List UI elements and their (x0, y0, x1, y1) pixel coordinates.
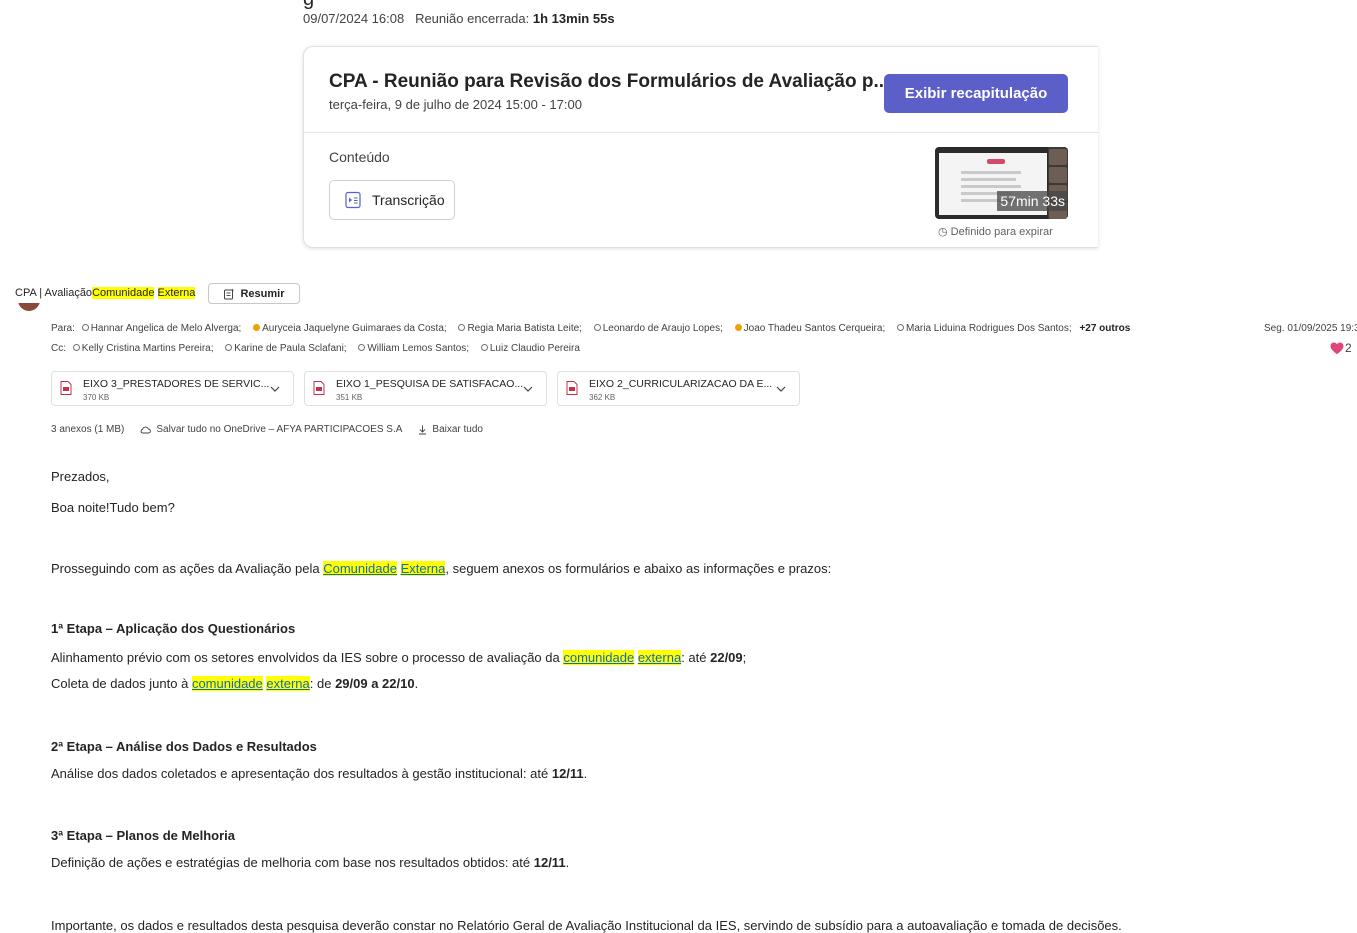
to-recipient[interactable]: Regia Maria Batista Leite; (454, 323, 587, 334)
external-user-icon (897, 324, 904, 331)
status-dot-icon (253, 324, 261, 331)
expire-notice: ◷ Definido para expirar (938, 225, 1053, 238)
meeting-ended-label: Reunião encerrada: (415, 11, 530, 26)
pdf-icon (60, 381, 72, 395)
cc-recipient[interactable]: Luiz Claudio Pereira (477, 343, 585, 354)
pdf-icon (313, 381, 325, 395)
important-note: Importante, os dados e resultados desta … (51, 918, 1122, 933)
download-icon (419, 425, 427, 434)
cc-recipient[interactable]: Kelly Cristina Martins Pereira; (69, 343, 219, 354)
recording-length: 57min 33s (997, 191, 1068, 211)
content-label: Conteúdo (329, 149, 390, 165)
highlight-link[interactable]: externa (266, 676, 310, 691)
stage1-title: 1ª Etapa – Aplicação dos Questionários (51, 621, 296, 636)
cc-label: Cc: (51, 343, 66, 354)
external-user-icon (81, 324, 89, 331)
to-line: Para: Hannar Angelica de Melo Alverga; A… (51, 323, 1130, 334)
cc-recipient[interactable]: Karine de Paula Sclafani; (221, 343, 351, 354)
meeting-card: CPA - Reunião para Revisão dos Formulári… (303, 46, 1098, 248)
recording-thumbnail[interactable]: 57min 33s (935, 147, 1068, 219)
meeting-meta: 09/07/2024 16:08 Reunião encerrada: 1h 1… (303, 11, 615, 26)
external-user-icon (593, 324, 601, 331)
reaction-count: 2 (1345, 341, 1352, 355)
status-dot-icon (734, 324, 742, 331)
external-user-icon (225, 344, 233, 351)
summarize-button[interactable]: Resumir (208, 283, 300, 304)
divider (304, 132, 1098, 133)
attachment-size: 351 KB (336, 393, 363, 402)
stage3-title: 3ª Etapa – Planos de Melhoria (51, 828, 235, 843)
attachment-card[interactable]: EIXO 3_PRESTADORES DE SERVIC... 370 KB (51, 371, 294, 406)
meeting-datetime: 09/07/2024 16:08 (303, 11, 405, 26)
meeting-duration: 1h 13min 55s (532, 11, 615, 26)
highlight-link[interactable]: externa (637, 650, 682, 665)
view-recap-button[interactable]: Exibir recapitulação (884, 74, 1068, 113)
highlight-link[interactable]: comunidade (191, 676, 263, 691)
to-recipient[interactable]: Leonardo de Araujo Lopes; (590, 323, 728, 334)
subject-prefix: CPA | Avaliação (15, 287, 93, 299)
save-all-onedrive-link[interactable]: Salvar tudo no OneDrive – AFYA PARTICIPA… (156, 424, 402, 435)
stage3-line: Definição de ações e estratégias de melh… (51, 855, 570, 870)
chevron-down-icon[interactable] (522, 383, 534, 395)
email-date: Seg. 01/09/2025 19:34 (1264, 323, 1357, 334)
transcript-label: Transcrição (372, 192, 445, 208)
transcript-icon (345, 191, 361, 209)
external-user-icon (480, 344, 488, 351)
salutation: Boa noite!Tudo bem? (51, 500, 175, 515)
attachment-name: EIXO 2_CURRICULARIZACAO DA E... (589, 378, 773, 390)
attachment-card[interactable]: EIXO 2_CURRICULARIZACAO DA E... 362 KB (557, 371, 800, 406)
attachment-size: 370 KB (83, 393, 110, 402)
summarize-icon (224, 288, 235, 299)
attachments-count: 3 anexos (1 MB) (51, 424, 125, 435)
attachment-name: EIXO 1_PESQUISA DE SATISFACAO... (336, 378, 524, 390)
subject-highlight-1: Comunidade (92, 287, 155, 299)
highlight-link[interactable]: comunidade (563, 650, 635, 665)
heart-icon (1330, 342, 1344, 354)
subject-highlight-2: Externa (157, 287, 196, 299)
chevron-down-icon[interactable] (269, 383, 281, 395)
download-all-link[interactable]: Baixar tudo (432, 424, 483, 435)
meeting-card-title[interactable]: CPA - Reunião para Revisão dos Formulári… (329, 71, 889, 93)
clock-icon: ◷ (938, 226, 948, 238)
stage2-line: Análise dos dados coletados e apresentaç… (51, 766, 588, 781)
expire-label: Definido para expirar (950, 226, 1053, 238)
stage2-title: 2ª Etapa – Análise dos Dados e Resultado… (51, 739, 317, 754)
stage1-line1: Alinhamento prévio com os setores envolv… (51, 650, 747, 665)
meeting-title-clipped: g (303, 0, 314, 11)
attachment-size: 362 KB (589, 393, 616, 402)
cc-line: Cc: Kelly Cristina Martins Pereira; Kari… (51, 343, 585, 354)
pdf-icon (566, 381, 578, 395)
highlight-link[interactable]: Externa (400, 561, 446, 576)
to-recipient[interactable]: Joao Thadeu Santos Cerqueira; (731, 323, 891, 334)
transcript-button[interactable]: Transcrição (329, 180, 455, 220)
attachment-card[interactable]: EIXO 1_PESQUISA DE SATISFACAO... 351 KB (304, 371, 547, 406)
external-user-icon (358, 344, 366, 351)
external-user-icon (72, 344, 80, 351)
stage1-line2: Coleta de dados junto à comunidade exter… (51, 676, 419, 691)
highlight-link[interactable]: Comunidade (323, 561, 397, 576)
more-recipients-link[interactable]: +27 outros (1079, 323, 1130, 334)
cc-recipient[interactable]: William Lemos Santos; (354, 343, 474, 354)
attachment-name: EIXO 3_PRESTADORES DE SERVIC... (83, 378, 270, 390)
meeting-card-date: terça-feira, 9 de julho de 2024 15:00 - … (329, 97, 582, 112)
email-subject: CPA | Avaliação Comunidade Externa (15, 287, 196, 299)
to-label: Para: (51, 323, 75, 334)
reactions[interactable]: 2 (1330, 341, 1352, 355)
attachments-summary: 3 anexos (1 MB) Salvar tudo no OneDrive … (51, 424, 483, 435)
to-recipient[interactable]: Maria Liduina Rodrigues Dos Santos; (893, 323, 1077, 334)
intro-paragraph: Prosseguindo com as ações da Avaliação p… (51, 561, 832, 576)
summarize-label: Resumir (240, 287, 285, 300)
greeting: Prezados, (51, 469, 110, 484)
external-user-icon (458, 324, 466, 331)
sender-avatar[interactable] (18, 303, 40, 313)
to-recipient[interactable]: Auryceia Jaquelyne Guimaraes da Costa; (249, 323, 452, 334)
cloud-icon (141, 426, 152, 434)
chevron-down-icon[interactable] (775, 383, 787, 395)
to-recipient[interactable]: Hannar Angelica de Melo Alverga; (78, 323, 247, 334)
